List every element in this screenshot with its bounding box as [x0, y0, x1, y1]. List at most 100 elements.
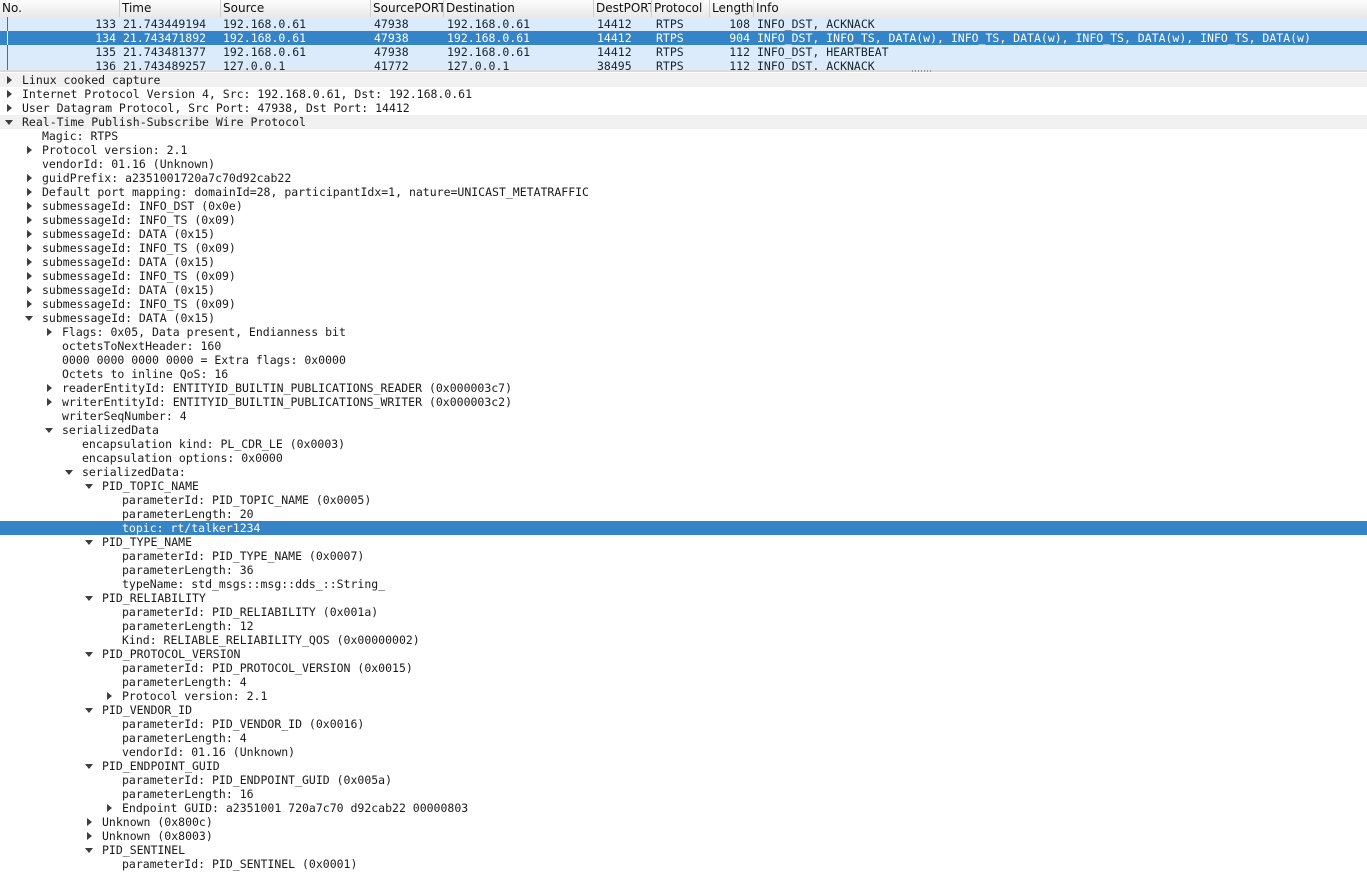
tree-item[interactable]: Protocol version: 2.1 [0, 689, 1367, 703]
tree-item[interactable]: submessageId: DATA (0x15) [0, 255, 1367, 269]
tree-item[interactable]: parameterId: PID_TOPIC_NAME (0x0005) [0, 493, 1367, 507]
tree-item[interactable]: submessageId: INFO_TS (0x09) [0, 241, 1367, 255]
column-header-dest-port[interactable]: DestPORT [594, 0, 652, 17]
expand-arrow-right-icon[interactable] [47, 384, 52, 392]
tree-item[interactable]: submessageId: DATA (0x15) [0, 227, 1367, 241]
tree-item[interactable]: serializedData [0, 423, 1367, 437]
tree-item[interactable]: octetsToNextHeader: 160 [0, 339, 1367, 353]
tree-item[interactable]: PID_VENDOR_ID [0, 703, 1367, 717]
expand-arrow-right-icon[interactable] [27, 272, 32, 280]
expand-arrow-down-icon[interactable] [85, 764, 93, 769]
packet-row[interactable]: 134 21.743471892 192.168.0.61 47938 192.168.… [0, 31, 1367, 45]
tree-item[interactable]: encapsulation kind: PL_CDR_LE (0x0003) [0, 437, 1367, 451]
column-header-destination[interactable]: Destination [444, 0, 594, 17]
tree-item[interactable]: Internet Protocol Version 4, Src: 192.16… [0, 87, 1367, 101]
expand-arrow-right-icon[interactable] [87, 832, 92, 840]
expand-arrow-right-icon[interactable] [27, 286, 32, 294]
tree-item[interactable]: writerEntityId: ENTITYID_BUILTIN_PUBLICA… [0, 395, 1367, 409]
tree-item[interactable]: serializedData: [0, 465, 1367, 479]
tree-item[interactable]: parameterId: PID_VENDOR_ID (0x0016) [0, 717, 1367, 731]
expand-arrow-right-icon[interactable] [27, 188, 32, 196]
tree-item[interactable]: readerEntityId: ENTITYID_BUILTIN_PUBLICA… [0, 381, 1367, 395]
tree-item[interactable]: parameterId: PID_ENDPOINT_GUID (0x005a) [0, 773, 1367, 787]
tree-item[interactable]: typeName: std_msgs::msg::dds_::String_ [0, 577, 1367, 591]
tree-item[interactable]: parameterLength: 12 [0, 619, 1367, 633]
expand-arrow-right-icon[interactable] [7, 76, 12, 84]
column-header-time[interactable]: Time [120, 0, 221, 17]
tree-item[interactable]: submessageId: INFO_TS (0x09) [0, 269, 1367, 283]
tree-item[interactable]: Octets to inline QoS: 16 [0, 367, 1367, 381]
tree-item[interactable]: parameterLength: 4 [0, 675, 1367, 689]
column-header-source[interactable]: Source [221, 0, 371, 17]
expand-arrow-down-icon[interactable] [85, 484, 93, 489]
packet-row[interactable]: 133 21.743449194 192.168.0.61 47938 192.168.… [0, 17, 1367, 31]
column-header-source-port[interactable]: SourcePORT [371, 0, 444, 17]
tree-item[interactable]: PID_PROTOCOL_VERSION [0, 647, 1367, 661]
tree-item[interactable]: PID_TOPIC_NAME [0, 479, 1367, 493]
tree-item[interactable]: Linux cooked capture [0, 73, 1367, 87]
tree-item[interactable]: encapsulation options: 0x0000 [0, 451, 1367, 465]
tree-item[interactable]: parameterId: PID_TYPE_NAME (0x0007) [0, 549, 1367, 563]
expand-arrow-right-icon[interactable] [47, 398, 52, 406]
tree-item[interactable]: Endpoint GUID: a2351001 720a7c70 d92cab2… [0, 801, 1367, 815]
expand-arrow-right-icon[interactable] [107, 804, 112, 812]
tree-item[interactable]: Flags: 0x05, Data present, Endianness bi… [0, 325, 1367, 339]
packet-row[interactable]: 136 21.743489257 127.0.0.1 41772 127.0.0.1 38… [0, 59, 1367, 70]
tree-item[interactable]: PID_TYPE_NAME [0, 535, 1367, 549]
tree-item[interactable]: Protocol version: 2.1 [0, 143, 1367, 157]
tree-item[interactable]: Default port mapping: domainId=28, parti… [0, 185, 1367, 199]
expand-arrow-right-icon[interactable] [7, 104, 12, 112]
tree-item[interactable]: submessageId: INFO_TS (0x09) [0, 213, 1367, 227]
expand-arrow-right-icon[interactable] [27, 244, 32, 252]
expand-arrow-down-icon[interactable] [85, 652, 93, 657]
tree-item[interactable]: PID_RELIABILITY [0, 591, 1367, 605]
tree-item[interactable]: PID_ENDPOINT_GUID [0, 759, 1367, 773]
tree-item[interactable]: vendorId: 01.16 (Unknown) [0, 745, 1367, 759]
expand-arrow-down-icon[interactable] [85, 596, 93, 601]
tree-item[interactable]: guidPrefix: a2351001720a7c70d92cab22 [0, 171, 1367, 185]
tree-item[interactable]: parameterId: PID_PROTOCOL_VERSION (0x001… [0, 661, 1367, 675]
tree-item[interactable]: Kind: RELIABLE_RELIABILITY_QOS (0x000000… [0, 633, 1367, 647]
tree-item[interactable]: parameterLength: 20 [0, 507, 1367, 521]
packet-row[interactable]: 135 21.743481377 192.168.0.61 47938 192.168.… [0, 45, 1367, 59]
tree-item[interactable]: Unknown (0x8003) [0, 829, 1367, 843]
tree-item[interactable]: topic: rt/talker1234 [0, 521, 1367, 535]
expand-arrow-down-icon[interactable] [45, 428, 53, 433]
column-header-protocol[interactable]: Protocol [652, 0, 710, 17]
expand-arrow-right-icon[interactable] [47, 328, 52, 336]
expand-arrow-down-icon[interactable] [85, 708, 93, 713]
expand-arrow-down-icon[interactable] [5, 120, 13, 125]
expand-arrow-down-icon[interactable] [65, 470, 73, 475]
column-header-no[interactable]: No. [0, 0, 120, 17]
tree-item[interactable]: submessageId: INFO_DST (0x0e) [0, 199, 1367, 213]
tree-item[interactable]: vendorId: 01.16 (Unknown) [0, 157, 1367, 171]
pane-splitter[interactable] [0, 70, 1367, 72]
expand-arrow-down-icon[interactable] [25, 316, 33, 321]
expand-arrow-right-icon[interactable] [27, 300, 32, 308]
tree-item[interactable]: User Datagram Protocol, Src Port: 47938,… [0, 101, 1367, 115]
tree-item[interactable]: 0000 0000 0000 0000 = Extra flags: 0x000… [0, 353, 1367, 367]
expand-arrow-down-icon[interactable] [85, 848, 93, 853]
tree-item[interactable]: Real-Time Publish-Subscribe Wire Protoco… [0, 115, 1367, 129]
tree-item[interactable]: parameterId: PID_SENTINEL (0x0001) [0, 857, 1367, 871]
tree-item[interactable]: submessageId: INFO_TS (0x09) [0, 297, 1367, 311]
tree-item[interactable]: PID_SENTINEL [0, 843, 1367, 857]
expand-arrow-right-icon[interactable] [27, 258, 32, 266]
column-header-info[interactable]: Info [754, 0, 1367, 17]
expand-arrow-right-icon[interactable] [107, 692, 112, 700]
expand-arrow-down-icon[interactable] [85, 540, 93, 545]
expand-arrow-right-icon[interactable] [27, 230, 32, 238]
expand-arrow-right-icon[interactable] [7, 90, 12, 98]
column-header-length[interactable]: Length [710, 0, 754, 17]
tree-item[interactable]: parameterLength: 16 [0, 787, 1367, 801]
tree-item[interactable]: parameterLength: 4 [0, 731, 1367, 745]
tree-item[interactable]: parameterId: PID_RELIABILITY (0x001a) [0, 605, 1367, 619]
tree-item[interactable]: writerSeqNumber: 4 [0, 409, 1367, 423]
expand-arrow-right-icon[interactable] [27, 146, 32, 154]
tree-item[interactable]: parameterLength: 36 [0, 563, 1367, 577]
tree-item[interactable]: submessageId: DATA (0x15) [0, 283, 1367, 297]
tree-item[interactable]: submessageId: DATA (0x15) [0, 311, 1367, 325]
expand-arrow-right-icon[interactable] [27, 216, 32, 224]
splitter-grip-icon[interactable] [912, 70, 932, 72]
tree-item[interactable]: Magic: RTPS [0, 129, 1367, 143]
